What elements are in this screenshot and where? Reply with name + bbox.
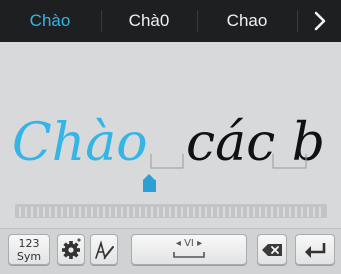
strip-tick bbox=[247, 207, 249, 217]
scroll-strip-ticks bbox=[19, 207, 321, 217]
strip-tick bbox=[67, 207, 69, 217]
settings-key[interactable] bbox=[57, 234, 85, 265]
suggestion-3[interactable]: Chao bbox=[198, 0, 296, 42]
strip-tick bbox=[193, 207, 195, 217]
strip-tick bbox=[265, 207, 267, 217]
strip-tick bbox=[103, 207, 105, 217]
strip-tick bbox=[109, 207, 111, 217]
scroll-strip[interactable] bbox=[15, 204, 327, 218]
strip-tick bbox=[151, 207, 153, 217]
strip-tick bbox=[31, 207, 33, 217]
delete-key[interactable] bbox=[257, 234, 287, 265]
gear-icon bbox=[62, 238, 81, 259]
strip-tick bbox=[19, 207, 21, 217]
strip-tick bbox=[217, 207, 219, 217]
strip-tick bbox=[307, 207, 309, 217]
backspace-icon bbox=[262, 244, 282, 256]
suggestion-2[interactable]: Chà0 bbox=[102, 0, 196, 42]
strip-tick bbox=[313, 207, 315, 217]
strip-tick bbox=[175, 207, 177, 217]
handwritten-text: các b bbox=[186, 113, 325, 173]
strip-tick bbox=[271, 207, 273, 217]
strip-tick bbox=[289, 207, 291, 217]
strip-tick bbox=[169, 207, 171, 217]
strip-tick bbox=[115, 207, 117, 217]
chevron-right-icon bbox=[314, 11, 326, 31]
strip-tick bbox=[223, 207, 225, 217]
more-suggestions-button[interactable] bbox=[298, 0, 341, 42]
strip-tick bbox=[79, 207, 81, 217]
strip-tick bbox=[295, 207, 297, 217]
enter-key[interactable] bbox=[295, 234, 335, 265]
strip-tick bbox=[97, 207, 99, 217]
handwriting-canvas[interactable]: Chào các b bbox=[0, 42, 341, 228]
strip-tick bbox=[181, 207, 183, 217]
strip-tick bbox=[73, 207, 75, 217]
strip-tick bbox=[199, 207, 201, 217]
strip-tick bbox=[253, 207, 255, 217]
cursor-handle[interactable] bbox=[143, 174, 156, 192]
strip-tick bbox=[121, 207, 123, 217]
strip-tick bbox=[85, 207, 87, 217]
strip-tick bbox=[277, 207, 279, 217]
strip-tick bbox=[205, 207, 207, 217]
handwriting-mode-key[interactable] bbox=[90, 234, 118, 265]
strip-tick bbox=[91, 207, 93, 217]
word-gap-marker bbox=[150, 154, 184, 169]
sym-key-line1: 123 bbox=[18, 237, 40, 250]
strip-tick bbox=[139, 207, 141, 217]
strip-tick bbox=[163, 207, 165, 217]
strip-tick bbox=[25, 207, 27, 217]
recognized-word: Chào bbox=[12, 113, 148, 173]
strip-tick bbox=[259, 207, 261, 217]
strip-tick bbox=[301, 207, 303, 217]
sym-key[interactable]: 123 Sym bbox=[8, 234, 50, 265]
strip-tick bbox=[187, 207, 189, 217]
strip-tick bbox=[235, 207, 237, 217]
strip-tick bbox=[133, 207, 135, 217]
space-bar-icon bbox=[173, 252, 205, 258]
handwriting-icon bbox=[95, 240, 114, 260]
strip-tick bbox=[61, 207, 63, 217]
sym-key-line2: Sym bbox=[16, 250, 42, 263]
suggestion-1[interactable]: Chào bbox=[0, 0, 100, 42]
strip-tick bbox=[43, 207, 45, 217]
suggestion-bar: Chào Chà0 Chao bbox=[0, 0, 341, 42]
strip-tick bbox=[55, 207, 57, 217]
strip-tick bbox=[37, 207, 39, 217]
strip-tick bbox=[229, 207, 231, 217]
strip-tick bbox=[241, 207, 243, 217]
space-key[interactable]: ◂ VI ▸ bbox=[131, 234, 247, 265]
strip-tick bbox=[211, 207, 213, 217]
strip-tick bbox=[319, 207, 321, 217]
strip-tick bbox=[127, 207, 129, 217]
enter-icon bbox=[305, 243, 326, 258]
strip-tick bbox=[145, 207, 147, 217]
strip-tick bbox=[157, 207, 159, 217]
strip-tick bbox=[49, 207, 51, 217]
strip-tick bbox=[283, 207, 285, 217]
